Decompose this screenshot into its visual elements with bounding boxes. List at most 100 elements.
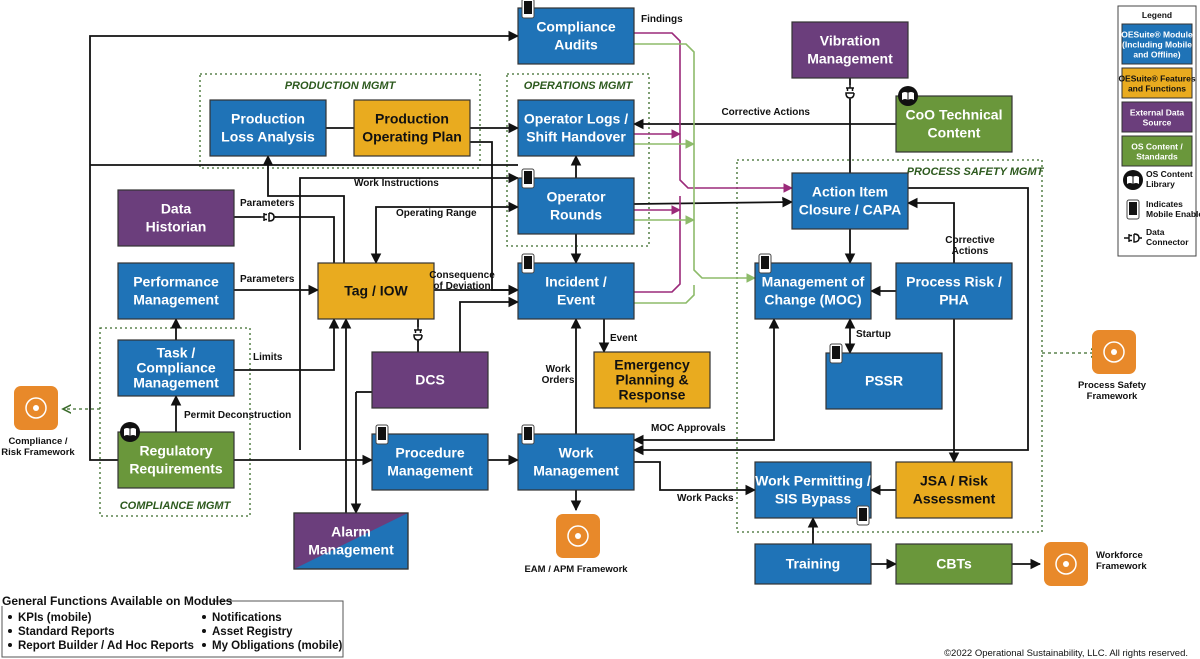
node-label: DCS: [415, 372, 445, 388]
network-gear-icon: [556, 514, 600, 558]
mobile-phone-icon: [521, 424, 535, 445]
node-procedure[interactable]: Procedure Management: [371, 424, 489, 491]
framework-compliance-risk[interactable]: Compliance /Risk Framework: [1, 386, 75, 458]
node-moc[interactable]: Management of Change (MOC): [754, 253, 872, 320]
legend-item-label: OS Content /: [1131, 141, 1183, 151]
node-label: Compliance: [136, 360, 216, 376]
node-coo-content[interactable]: CoO Technical Content: [895, 86, 1013, 153]
framework-process-safety[interactable]: Process SafetyFramework: [1078, 330, 1147, 402]
node-work-mgmt[interactable]: Work Management: [517, 424, 635, 491]
legend-icon-label: Library: [1146, 179, 1175, 189]
edge-label-event: Event: [610, 333, 638, 344]
general-function-item: Standard Reports: [18, 626, 115, 638]
edge-label-work-orders: WorkOrders: [542, 364, 575, 386]
legend-item-label: OESuite® Features: [1118, 73, 1195, 83]
legend-icon-label: Data: [1146, 227, 1165, 237]
book-icon: [898, 86, 918, 106]
legend-item-external: External DataSource: [1121, 101, 1193, 133]
node-training[interactable]: Training: [754, 543, 872, 585]
data-connector-icon: [261, 212, 276, 222]
framework-workforce[interactable]: WorkforceFramework: [1044, 542, 1147, 586]
data-connector-icon: [845, 85, 855, 100]
node-operator-rounds[interactable]: Operator Rounds: [517, 168, 635, 235]
node-label: Assessment: [913, 491, 996, 507]
copyright-text: ©2022 Operational Sustainability, LLC. A…: [944, 648, 1188, 659]
node-process-risk[interactable]: Process Risk / PHA: [895, 262, 1013, 320]
framework-label: Workforce: [1096, 550, 1143, 561]
bullet-icon: [8, 629, 12, 633]
edge-label-corrective-actions-pha: CorrectiveActions: [945, 235, 995, 257]
edge-label-work-packs: Work Packs: [677, 493, 734, 504]
node-pssr[interactable]: PSSR: [825, 343, 943, 410]
node-incident[interactable]: Incident / Event: [517, 253, 635, 320]
node-operator-logs[interactable]: Operator Logs / Shift Handover: [517, 99, 635, 157]
node-label: Management of: [762, 274, 865, 290]
node-label: Work Permitting /: [755, 473, 871, 489]
node-work-permitting[interactable]: Work Permitting / SIS Bypass: [754, 461, 872, 526]
mobile-phone-icon: [856, 505, 870, 526]
node-label: Management: [133, 375, 219, 391]
edge-label-operating-range: Operating Range: [396, 208, 477, 219]
node-label: Tag / IOW: [344, 283, 408, 299]
node-action-item[interactable]: Action Item Closure / CAPA: [791, 172, 909, 230]
legend-item-label: External Data: [1130, 107, 1185, 117]
node-production-plan[interactable]: Production Operating Plan: [353, 99, 471, 157]
node-jsa[interactable]: JSA / Risk Assessment: [895, 461, 1013, 519]
node-task-compliance[interactable]: Task /ComplianceManagement: [117, 339, 235, 397]
data-connector-icon: [413, 327, 423, 342]
node-cbts[interactable]: CBTs: [895, 543, 1013, 585]
group-label: OPERATIONS MGMT: [524, 80, 634, 92]
node-vibration[interactable]: Vibration Management: [791, 21, 909, 79]
framework-label: Risk Framework: [1, 447, 75, 458]
node-label: Vibration: [820, 33, 880, 49]
oesuite-architecture-diagram: PRODUCTION MGMT OPERATIONS MGMT PROCESS SA…: [1, 0, 1200, 659]
edge-label-work-instructions: Work Instructions: [354, 178, 439, 189]
legend-item-module: OESuite® Module(Including Mobileand Offl…: [1121, 23, 1193, 65]
node-performance[interactable]: Performance Management: [117, 262, 235, 320]
edge-label-line: Orders: [542, 375, 575, 386]
edge-dcs-to-incident: [459, 296, 520, 352]
node-label: PSSR: [865, 373, 903, 389]
edge-label-line: Corrective: [945, 235, 995, 246]
node-production-loss[interactable]: Production Loss Analysis: [209, 99, 327, 157]
node-label: Production: [375, 111, 449, 127]
node-label: Incident /: [545, 274, 607, 290]
node-dcs[interactable]: DCS: [371, 351, 489, 409]
node-label: Process Risk /: [906, 274, 1002, 290]
legend-item-label: and Offline): [1133, 49, 1180, 59]
mobile-phone-icon: [829, 343, 843, 364]
bullet-icon: [8, 643, 12, 647]
node-emergency[interactable]: EmergencyPlanning &Response: [593, 351, 711, 409]
node-label: Management: [807, 51, 893, 67]
mobile-phone-icon: [758, 253, 772, 274]
legend-icon-label: OS Content: [1146, 169, 1193, 179]
node-regulatory[interactable]: Regulatory Requirements: [117, 422, 235, 489]
edge-work-packs: [634, 461, 757, 496]
edge-label-parameters-historian: Parameters: [240, 198, 295, 209]
edge-label-permit-deconstruction: Permit Deconstruction: [184, 410, 291, 421]
node-label: Audits: [554, 37, 598, 53]
edge-rounds-to-action: [633, 196, 794, 208]
framework-eam-apm[interactable]: EAM / APM Framework: [524, 514, 628, 575]
node-label: Change (MOC): [764, 292, 861, 308]
general-functions-title: General Functions Available on Modules: [2, 594, 233, 608]
edge-label-line: Work: [546, 364, 571, 375]
node-label: Performance: [133, 274, 219, 290]
bullet-icon: [202, 643, 206, 647]
node-data-historian[interactable]: Data Historian: [117, 189, 235, 247]
node-tag-iow[interactable]: Tag / IOW: [317, 262, 435, 320]
framework-label: Process Safety: [1078, 380, 1147, 391]
edge-historian-to-tag: [234, 216, 335, 263]
group-label: PRODUCTION MGMT: [285, 80, 397, 92]
book-icon: [1123, 170, 1143, 190]
group-label: COMPLIANCE MGMT: [120, 500, 232, 512]
mobile-phone-icon: [521, 253, 535, 274]
legend-title: Legend: [1142, 10, 1172, 20]
edge-label-corrective-actions: Corrective Actions: [721, 107, 810, 118]
node-label: Training: [786, 556, 840, 572]
edge-label-line: Consequence: [429, 270, 495, 281]
node-compliance-audits[interactable]: Compliance Audits: [517, 0, 635, 65]
node-label: Operating Plan: [362, 129, 462, 145]
node-alarm[interactable]: Alarm Management: [293, 512, 409, 570]
edge-label-limits: Limits: [253, 352, 283, 363]
